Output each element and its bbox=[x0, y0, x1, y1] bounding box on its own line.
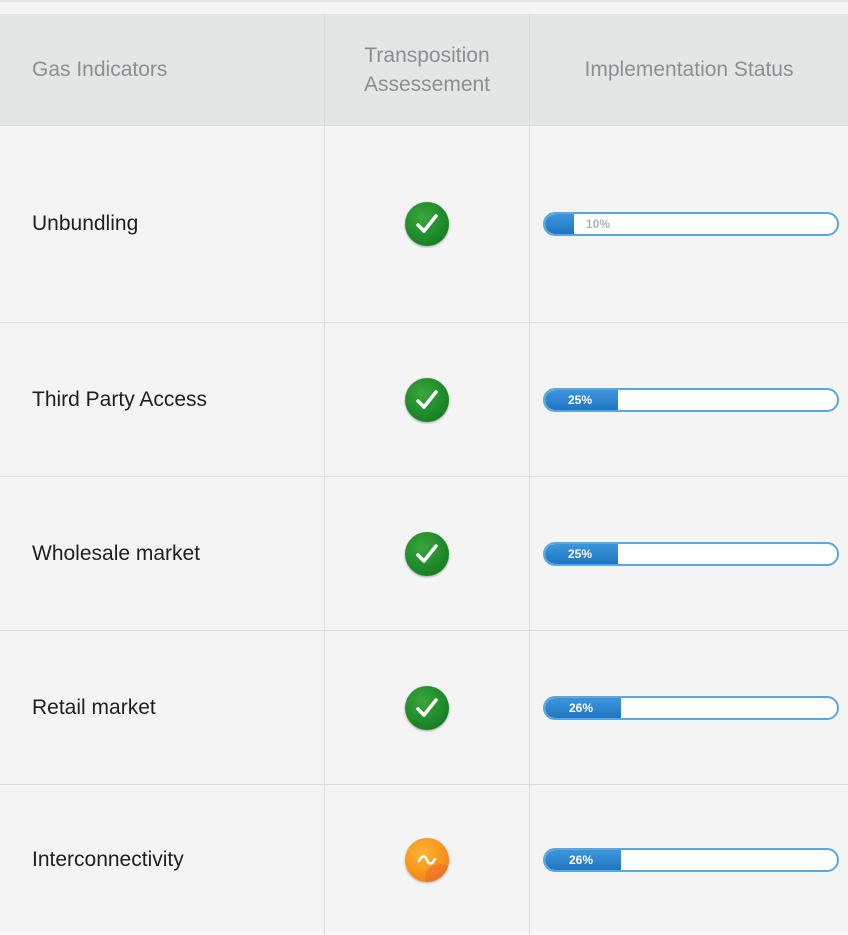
indicator-cell: Retail market bbox=[3, 631, 324, 784]
indicator-cell: Unbundling bbox=[3, 126, 324, 322]
progress-fill bbox=[545, 214, 574, 234]
progress-bar: 10% bbox=[543, 212, 839, 236]
table-row-interconnectivity: Interconnectivity 26% bbox=[0, 785, 848, 935]
progress-label: 26% bbox=[569, 853, 594, 867]
status-cell: 26% bbox=[529, 785, 848, 935]
indicator-cell: Wholesale market bbox=[3, 477, 324, 630]
transposition-cell bbox=[324, 785, 529, 935]
gas-indicators-table: Gas Indicators Transposition Assessement… bbox=[0, 0, 848, 935]
table-row-wholesale-market: Wholesale market 25% bbox=[0, 477, 848, 631]
header-transposition-line2: Assessement bbox=[363, 72, 491, 96]
status-cell: 25% bbox=[529, 323, 848, 476]
progress-label: 10% bbox=[586, 217, 611, 231]
progress-bar: 25% bbox=[543, 541, 839, 566]
check-icon bbox=[405, 685, 449, 730]
table-header: Gas Indicators Transposition Assessement… bbox=[0, 14, 848, 126]
progress-bar: 26% bbox=[543, 695, 839, 720]
table-row-third-party-access: Third Party Access 25% bbox=[0, 323, 848, 477]
progress-label: 26% bbox=[569, 700, 594, 715]
check-icon bbox=[405, 377, 449, 422]
header-indicators: Gas Indicators bbox=[32, 58, 168, 81]
header-cell-indicators: Gas Indicators bbox=[3, 14, 324, 125]
header-cell-transposition: Transposition Assessement bbox=[324, 14, 529, 125]
status-cell: 25% bbox=[529, 477, 848, 630]
indicator-label: Unbundling bbox=[32, 212, 139, 235]
indicator-label: Interconnectivity bbox=[32, 848, 184, 871]
table-row-unbundling: Unbundling 10% bbox=[0, 126, 848, 323]
transposition-cell bbox=[324, 323, 529, 476]
progress-bar: 26% bbox=[543, 848, 839, 872]
table-row-retail-market: Retail market 26% bbox=[0, 631, 848, 785]
progress-label: 25% bbox=[568, 392, 593, 407]
header-transposition-line1: Transposition bbox=[364, 43, 490, 67]
indicator-label: Wholesale market bbox=[32, 541, 201, 565]
header-status: Implementation Status bbox=[584, 58, 794, 81]
check-icon bbox=[405, 531, 449, 576]
transposition-cell bbox=[324, 631, 529, 784]
progress-bar: 25% bbox=[543, 387, 839, 412]
indicator-cell: Interconnectivity bbox=[3, 785, 324, 935]
check-icon bbox=[405, 202, 449, 246]
header-transposition: Transposition Assessement bbox=[325, 41, 529, 99]
indicator-label: Retail market bbox=[32, 695, 156, 719]
partial-icon bbox=[405, 838, 449, 882]
status-cell: 26% bbox=[529, 631, 848, 784]
header-cell-status: Implementation Status bbox=[529, 14, 848, 125]
transposition-cell bbox=[324, 126, 529, 322]
status-cell: 10% bbox=[529, 126, 848, 322]
transposition-cell bbox=[324, 477, 529, 630]
indicator-cell: Third Party Access bbox=[3, 323, 324, 476]
progress-label: 25% bbox=[568, 546, 593, 561]
indicator-label: Third Party Access bbox=[32, 387, 208, 411]
